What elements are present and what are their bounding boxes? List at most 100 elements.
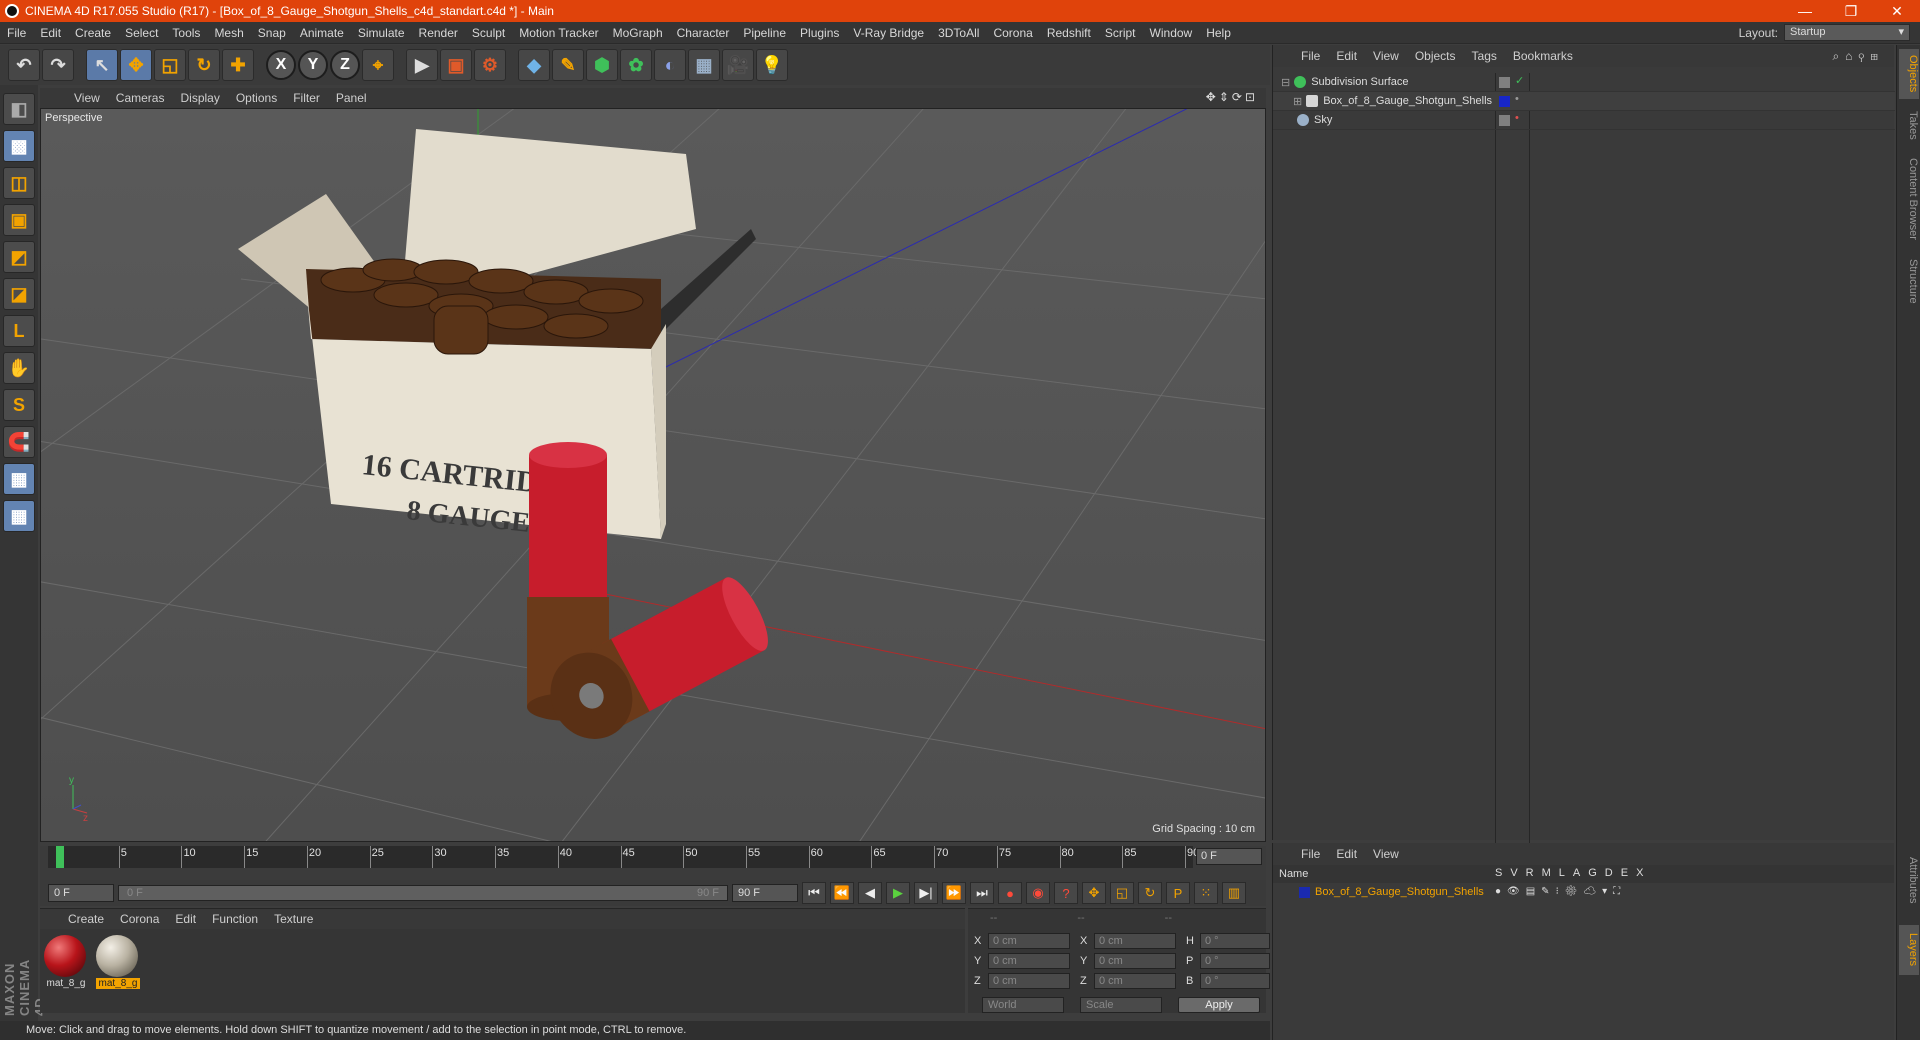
timeline[interactable]: 051015202530354045505560657075808590 0 F — [40, 846, 1266, 880]
render-settings-icon[interactable]: ⚙ — [474, 49, 506, 81]
rotate-icon[interactable]: ↻ — [188, 49, 220, 81]
viewport-menu-display[interactable]: Display — [172, 91, 227, 105]
workplane-lock-icon[interactable]: ▦ — [3, 463, 35, 495]
viewport-menu-options[interactable]: Options — [228, 91, 285, 105]
layers-menu-edit[interactable]: Edit — [1328, 847, 1365, 861]
start-frame-field[interactable]: 0 F — [48, 884, 114, 902]
playhead[interactable] — [56, 846, 64, 868]
keyframe-selection-icon[interactable]: ? — [1054, 882, 1078, 904]
material-item[interactable]: mat_8_g — [44, 935, 88, 989]
record-rotation-icon[interactable]: ↻ — [1138, 882, 1162, 904]
objects-menu-objects[interactable]: Objects — [1407, 49, 1464, 63]
deformer-icon[interactable]: ◐ — [654, 49, 686, 81]
object-row[interactable]: Sky • — [1273, 111, 1895, 130]
material-item[interactable]: mat_8_g — [96, 935, 140, 989]
perspective-viewport[interactable]: 16 CARTRIDGES 8 GAUGE y z Perspective Gr… — [40, 108, 1266, 842]
menu-edit[interactable]: Edit — [33, 26, 68, 40]
material-menu-function[interactable]: Function — [204, 912, 266, 926]
y-axis-lock-icon[interactable]: Y — [298, 50, 328, 80]
menu-mograph[interactable]: MoGraph — [606, 26, 670, 40]
object-name[interactable]: Sky — [1314, 114, 1332, 126]
coordinate-system-icon[interactable]: ⌖ — [362, 49, 394, 81]
pen-icon[interactable]: ✎ — [552, 49, 584, 81]
menu-help[interactable]: Help — [1199, 26, 1238, 40]
size-y-field[interactable]: 0 cm — [1094, 953, 1176, 969]
autokeying-icon[interactable]: ◉ — [1026, 882, 1050, 904]
render-picture-viewer-icon[interactable]: ▣ — [440, 49, 472, 81]
tab-attributes[interactable]: Attributes — [1899, 845, 1919, 915]
position-z-field[interactable]: 0 cm — [988, 973, 1070, 989]
next-frame-icon[interactable]: ▶| — [914, 882, 938, 904]
close-button[interactable]: ✕ — [1874, 3, 1920, 20]
menu-mesh[interactable]: Mesh — [207, 26, 250, 40]
objects-menu-view[interactable]: View — [1365, 49, 1407, 63]
end-frame-field[interactable]: 90 F — [732, 884, 798, 902]
record-scale-icon[interactable]: ◱ — [1110, 882, 1134, 904]
camera-icon[interactable]: 🎥 — [722, 49, 754, 81]
axis-mode-icon[interactable]: ✋ — [3, 352, 35, 384]
next-key-icon[interactable]: ⏩ — [942, 882, 966, 904]
record-parameter-icon[interactable]: P — [1166, 882, 1190, 904]
object-mode-icon[interactable]: ▩ — [3, 130, 35, 162]
play-icon[interactable]: ▶ — [886, 882, 910, 904]
menu-corona[interactable]: Corona — [986, 26, 1039, 40]
timeline-window-icon[interactable]: ▥ — [1222, 882, 1246, 904]
enabled-check-icon[interactable]: ✓ — [1515, 74, 1524, 87]
object-name[interactable]: Subdivision Surface — [1311, 76, 1408, 88]
object-name[interactable]: Box_of_8_Gauge_Shotgun_Shells — [1323, 95, 1492, 107]
viewport-menu-cameras[interactable]: Cameras — [108, 91, 173, 105]
points-mode-icon[interactable]: ◩ — [3, 241, 35, 273]
transform-icon[interactable]: ✚ — [222, 49, 254, 81]
objects-menu-edit[interactable]: Edit — [1328, 49, 1365, 63]
tab-layers[interactable]: Layers — [1899, 925, 1919, 975]
rotation-h-field[interactable]: 0 ° — [1200, 933, 1270, 949]
position-y-field[interactable]: 0 cm — [988, 953, 1070, 969]
tweak-mode-icon[interactable]: S — [3, 389, 35, 421]
viewport-menu-view[interactable]: View — [66, 91, 108, 105]
tab-objects[interactable]: Objects — [1899, 49, 1919, 99]
minimize-button[interactable]: — — [1782, 3, 1828, 19]
model-mode-icon[interactable]: ◧ — [3, 93, 35, 125]
visibility-dot-icon[interactable]: • — [1515, 112, 1519, 124]
polygons-mode-icon[interactable]: L — [3, 315, 35, 347]
current-frame-field[interactable]: 0 F — [1196, 848, 1262, 865]
menu-snap[interactable]: Snap — [251, 26, 293, 40]
restore-button[interactable]: ❐ — [1828, 3, 1874, 20]
previous-frame-icon[interactable]: ◀ — [858, 882, 882, 904]
menu-render[interactable]: Render — [412, 26, 465, 40]
timeline-ruler[interactable]: 051015202530354045505560657075808590 — [48, 846, 1199, 868]
z-axis-lock-icon[interactable]: Z — [330, 50, 360, 80]
light-icon[interactable]: 💡 — [756, 49, 788, 81]
layers-menu-view[interactable]: View — [1365, 847, 1407, 861]
menu-tools[interactable]: Tools — [165, 26, 207, 40]
previous-key-icon[interactable]: ⏪ — [830, 882, 854, 904]
menu-sculpt[interactable]: Sculpt — [465, 26, 512, 40]
cube-icon[interactable]: ◆ — [518, 49, 550, 81]
tab-takes[interactable]: Takes — [1899, 103, 1919, 147]
layer-toggle-icon[interactable]: ●👁▤✎⁝⚙☁▾⛶ — [1495, 886, 1626, 897]
rotation-b-field[interactable]: 0 ° — [1200, 973, 1270, 989]
undo-icon[interactable]: ↶ — [8, 49, 40, 81]
go-to-end-icon[interactable]: ⏭ — [970, 882, 994, 904]
menu-create[interactable]: Create — [68, 26, 118, 40]
material-menu-edit[interactable]: Edit — [167, 912, 204, 926]
menu-file[interactable]: File — [0, 26, 33, 40]
tab-content-browser[interactable]: Content Browser — [1899, 149, 1919, 249]
objects-menu-bookmarks[interactable]: Bookmarks — [1505, 49, 1581, 63]
record-position-icon[interactable]: ✥ — [1082, 882, 1106, 904]
rotation-p-field[interactable]: 0 ° — [1200, 953, 1270, 969]
live-selection-icon[interactable]: ↖ — [86, 49, 118, 81]
render-view-icon[interactable]: ▶ — [406, 49, 438, 81]
quantize-icon[interactable]: ▦ — [3, 500, 35, 532]
menu-plugins[interactable]: Plugins — [793, 26, 846, 40]
layer-row[interactable]: Box_of_8_Gauge_Shotgun_Shells ●👁▤✎⁝⚙☁▾⛶ — [1273, 883, 1894, 901]
menu-simulate[interactable]: Simulate — [351, 26, 412, 40]
search-icon[interactable]: ⌕⌂⚲⊞ — [1832, 49, 1884, 64]
menu-character[interactable]: Character — [670, 26, 737, 40]
layer-name[interactable]: Box_of_8_Gauge_Shotgun_Shells — [1315, 886, 1484, 898]
menu-script[interactable]: Script — [1098, 26, 1143, 40]
go-to-start-icon[interactable]: ⏮ — [802, 882, 826, 904]
scale-icon[interactable]: ◱ — [154, 49, 186, 81]
expand-icon[interactable]: ⊞ — [1293, 95, 1302, 108]
material-menu-corona[interactable]: Corona — [112, 912, 167, 926]
